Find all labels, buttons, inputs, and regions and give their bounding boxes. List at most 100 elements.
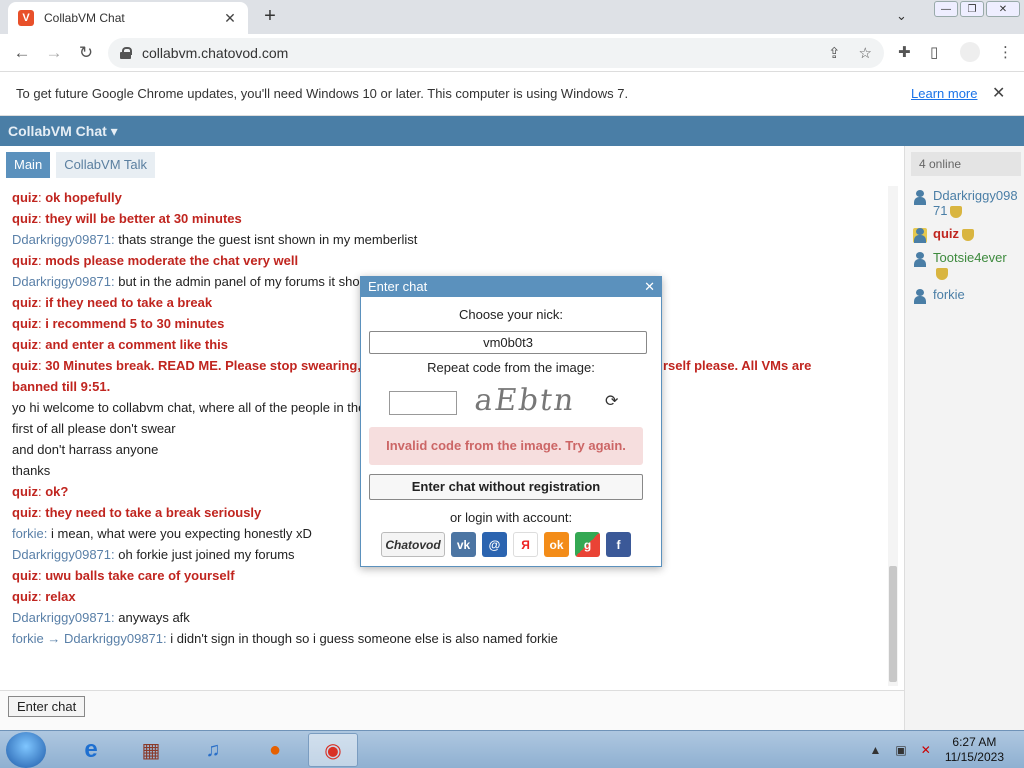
extensions-puzzle-icon[interactable]: ✚ (898, 43, 911, 61)
message-nick[interactable]: quiz (12, 484, 38, 499)
chat-scrollbar[interactable] (888, 186, 898, 686)
yandex-login-icon[interactable]: Я (513, 532, 538, 557)
castle-badge-icon (962, 228, 974, 241)
bookmark-star-icon[interactable]: ☆ (859, 44, 872, 62)
message-nick[interactable]: quiz (12, 337, 38, 352)
tray-expand-icon[interactable]: ▲ (870, 743, 882, 757)
mailru-login-icon[interactable]: @ (482, 532, 507, 557)
restore-button[interactable]: ❐ (960, 1, 984, 17)
error-message: Invalid code from the image. Try again. (369, 427, 643, 465)
system-tray: ▲ ▣ ✕ 6:27 AM 11/15/2023 (870, 731, 1024, 768)
chat-header: CollabVM Chat ▾ (0, 116, 1024, 146)
message-nick[interactable]: quiz (12, 316, 38, 331)
room-tabs: Main CollabVM Talk (6, 152, 156, 178)
menu-kebab-icon[interactable]: ⋮ (998, 43, 1013, 61)
message-nick[interactable]: quiz (12, 190, 38, 205)
enter-without-registration-button[interactable]: Enter chat without registration (369, 474, 643, 500)
dialog-header: Enter chat ✕ (361, 277, 661, 297)
tab-collabvm-talk[interactable]: CollabVM Talk (56, 152, 156, 178)
message-nick[interactable]: Ddarkriggy09871 (12, 232, 111, 247)
address-bar[interactable]: collabvm.chatovod.com ⇪ ☆ (108, 38, 884, 68)
message-nick[interactable]: quiz (12, 505, 38, 520)
side-panel-icon[interactable]: ▯ (930, 43, 938, 61)
favicon-icon: V (18, 10, 34, 26)
message-nick[interactable]: forkie → Ddarkriggy09871 (12, 631, 163, 646)
user-item[interactable]: Ddarkriggy09871 (913, 188, 1021, 218)
message-text: 30 Minutes break. READ ME. Please stop s… (45, 358, 361, 373)
message-nick[interactable]: quiz (12, 253, 38, 268)
new-tab-button[interactable]: + (258, 5, 282, 28)
forward-arrow-icon[interactable]: → (42, 41, 66, 65)
message-text: i didn't sign in though so i guess someo… (170, 631, 558, 646)
tab-title: CollabVM Chat (44, 11, 125, 25)
back-arrow-icon[interactable]: ← (10, 41, 34, 65)
odnoklassniki-login-icon[interactable]: ok (544, 532, 569, 557)
social-login-row: Chatovod vk @ Я ok g f (381, 532, 631, 557)
share-icon[interactable]: ⇪ (828, 44, 841, 62)
message-text: oh forkie just joined my forums (118, 547, 295, 562)
tab-main[interactable]: Main (6, 152, 51, 178)
dialog-close-icon[interactable]: ✕ (644, 277, 655, 297)
user-name: Ddarkriggy09871 (933, 188, 1021, 218)
lock-icon[interactable] (120, 47, 132, 59)
captcha-code-input[interactable] (389, 391, 457, 415)
network-icon[interactable]: ▣ (895, 743, 906, 757)
message-nick[interactable]: quiz (12, 211, 38, 226)
scrollbar-thumb[interactable] (889, 566, 897, 682)
message-text: mods please moderate the chat very well (45, 253, 299, 268)
moderator-icon (913, 228, 927, 243)
chat-message: quiz: mods please moderate the chat very… (12, 250, 882, 271)
message-text: ok? (45, 484, 69, 499)
vk-login-icon[interactable]: vk (451, 532, 476, 557)
message-text: thats strange the guest isnt shown in my… (118, 232, 418, 247)
message-text: and don't harrass anyone (12, 442, 159, 457)
message-text: ok hopefully (45, 190, 122, 205)
message-text: anyways afk (118, 610, 190, 625)
google-login-icon[interactable]: g (575, 532, 600, 557)
internet-explorer-icon[interactable]: e (66, 733, 116, 767)
minimize-button[interactable]: — (934, 1, 958, 17)
window-close-button[interactable]: ✕ (986, 1, 1020, 17)
learn-more-link[interactable]: Learn more (911, 86, 977, 101)
message-nick[interactable]: Ddarkriggy09871 (12, 610, 111, 625)
message-nick[interactable]: forkie (12, 526, 44, 541)
window-buttons: — ❐ ✕ (934, 1, 1020, 17)
tab-close-icon[interactable]: ✕ (222, 10, 238, 27)
enter-chat-button[interactable]: Enter chat (8, 696, 86, 717)
facebook-login-icon[interactable]: f (606, 532, 631, 557)
infobar-close-icon[interactable]: ✕ (992, 83, 1005, 103)
user-item[interactable]: forkie (913, 287, 1021, 304)
itunes-icon[interactable]: ♫ (188, 733, 238, 767)
brand-menu[interactable]: CollabVM Chat ▾ (8, 123, 118, 140)
reload-icon[interactable]: ↻ (74, 41, 98, 65)
message-nick[interactable]: Ddarkriggy09871 (12, 547, 111, 562)
chrome-icon[interactable]: ◉ (308, 733, 358, 767)
message-nick[interactable]: quiz (12, 589, 38, 604)
nick-input[interactable]: vm0b0t3 (369, 331, 647, 354)
user-name: forkie (933, 287, 965, 302)
message-nick[interactable]: Ddarkriggy09871 (12, 274, 111, 289)
nick-label: Choose your nick: (458, 307, 564, 322)
refresh-captcha-icon[interactable]: ⟳ (605, 391, 618, 411)
message-nick[interactable]: quiz (12, 358, 38, 373)
chatovod-login-button[interactable]: Chatovod (381, 532, 445, 557)
media-center-icon[interactable]: ▦ (126, 733, 176, 767)
firefox-icon[interactable]: ● (250, 733, 300, 767)
message-nick[interactable]: quiz (12, 295, 38, 310)
infobar-message: To get future Google Chrome updates, you… (16, 86, 629, 101)
browser-tab[interactable]: V CollabVM Chat ✕ (8, 2, 248, 34)
user-item[interactable]: quiz (913, 226, 1021, 243)
chat-message: forkie → Ddarkriggy09871: i didn't sign … (12, 628, 882, 649)
profile-avatar-icon[interactable] (960, 42, 980, 62)
chat-message: quiz: relax (12, 586, 882, 607)
windows-taskbar: e ▦ ♫ ● ◉ ▲ ▣ ✕ 6:27 AM 11/15/2023 (0, 730, 1024, 768)
user-item[interactable]: Tootsie4ever (913, 250, 1021, 280)
message-nick[interactable]: quiz (12, 568, 38, 583)
message-text: yo hi welcome to collabvm chat, where al… (12, 400, 366, 415)
clock[interactable]: 6:27 AM 11/15/2023 (945, 735, 1004, 765)
tab-search-chevron-icon[interactable]: ⌄ (896, 8, 907, 24)
start-button-icon[interactable] (6, 732, 46, 768)
url-text: collabvm.chatovod.com (142, 45, 289, 61)
volume-muted-icon[interactable]: ✕ (921, 743, 931, 757)
message-text: relax (45, 589, 76, 604)
